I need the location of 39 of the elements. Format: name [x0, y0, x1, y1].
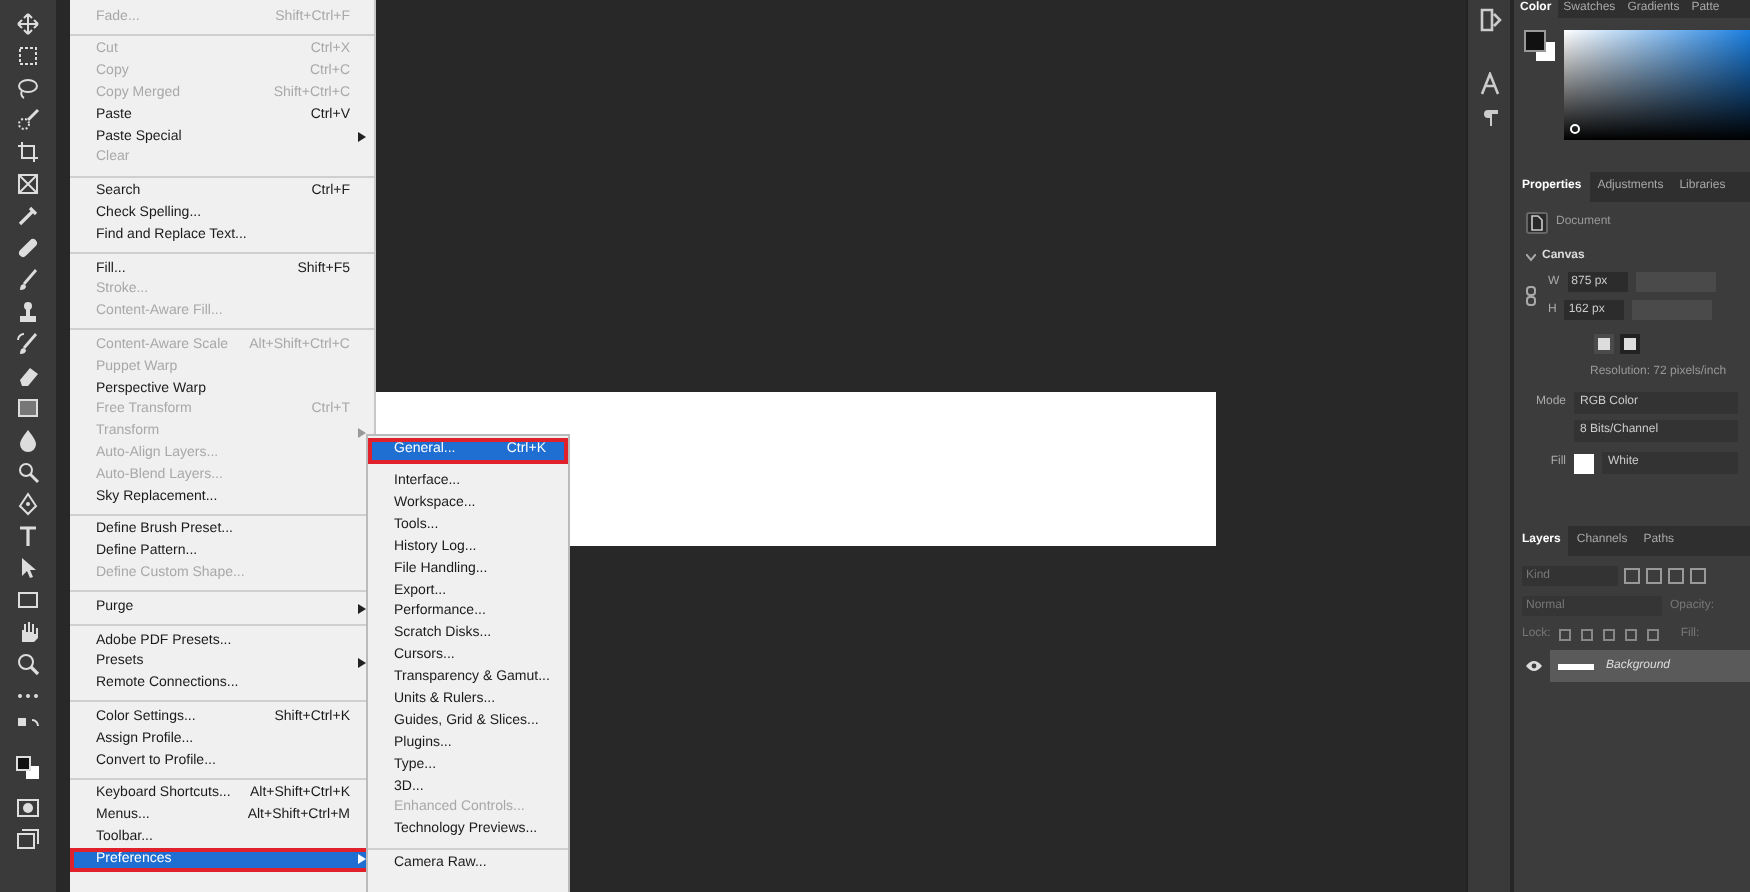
- submenu-arrow-icon: [358, 603, 366, 614]
- hand-icon[interactable]: [16, 620, 40, 644]
- brush-icon[interactable]: [16, 268, 40, 292]
- frame-icon[interactable]: [16, 172, 40, 196]
- type-tool-icon[interactable]: [16, 524, 40, 548]
- chevron-icon[interactable]: [1526, 253, 1536, 261]
- quick-mask-icon[interactable]: [16, 796, 40, 820]
- zoom-icon[interactable]: [16, 652, 40, 676]
- layer-thumbnail: [1558, 663, 1594, 669]
- color-swatches-icon[interactable]: [16, 756, 40, 780]
- color-swatches-icon[interactable]: [1524, 30, 1556, 62]
- eyedropper-icon[interactable]: [16, 204, 40, 228]
- submenu-arrow-icon: [358, 427, 366, 438]
- character-icon[interactable]: [1477, 72, 1501, 96]
- path-selection-icon[interactable]: [16, 556, 40, 580]
- document-icon: [1526, 212, 1548, 234]
- move-icon[interactable]: [16, 12, 40, 36]
- submenu-arrow-icon: [358, 854, 366, 865]
- picker-handle[interactable]: [1570, 124, 1580, 134]
- eraser-icon[interactable]: [16, 364, 40, 388]
- eye-icon[interactable]: [1526, 660, 1542, 672]
- landscape-orientation-icon[interactable]: [1620, 334, 1640, 354]
- portrait-orientation-icon[interactable]: [1594, 334, 1614, 354]
- color-field[interactable]: [1564, 30, 1750, 140]
- link-icon[interactable]: [1526, 286, 1536, 306]
- screen-mode-icon[interactable]: [16, 828, 40, 852]
- paragraph-icon[interactable]: [1479, 108, 1499, 128]
- submenu-arrow-icon: [358, 658, 366, 669]
- quick-selection-icon[interactable]: [16, 108, 40, 132]
- crop-icon[interactable]: [16, 140, 40, 164]
- fill-color-swatch[interactable]: [1574, 453, 1594, 473]
- drop-icon[interactable]: [16, 428, 40, 452]
- lasso-icon[interactable]: [16, 76, 40, 100]
- rectangle-icon[interactable]: [16, 588, 40, 612]
- history-brush-icon[interactable]: [16, 332, 40, 356]
- submenu-arrow-icon: [358, 132, 366, 143]
- marquee-icon[interactable]: [16, 44, 40, 68]
- pen-icon[interactable]: [16, 492, 40, 516]
- stamp-icon[interactable]: [16, 300, 40, 324]
